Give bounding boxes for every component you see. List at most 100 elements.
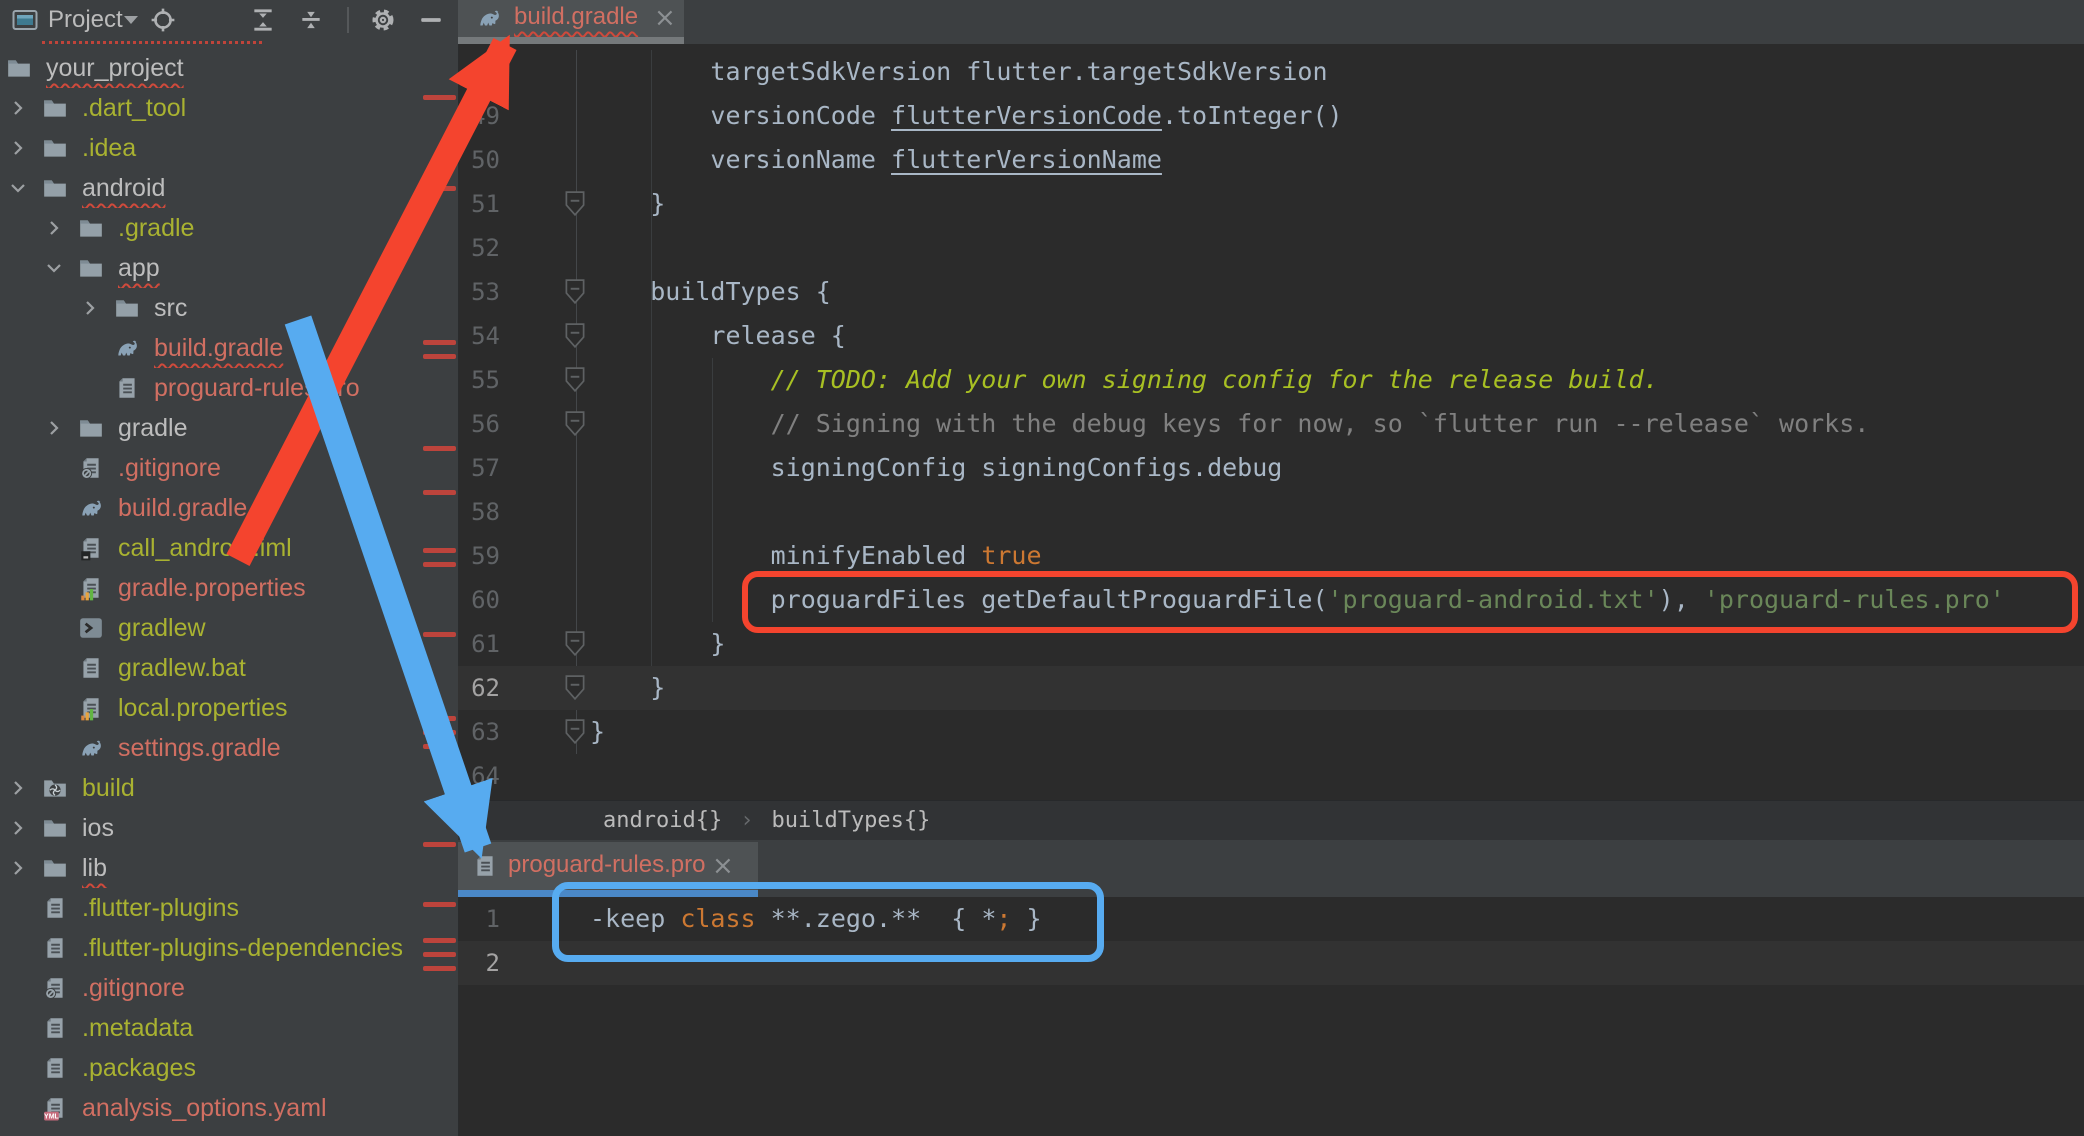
- tree-item--dart-tool[interactable]: .dart_tool: [0, 88, 458, 128]
- fold-marker-icon[interactable]: [563, 630, 587, 658]
- tree-item-app[interactable]: app: [0, 248, 458, 288]
- chevron-right-icon[interactable]: [44, 218, 64, 238]
- hide-panel-icon[interactable]: [418, 7, 444, 33]
- tree-item-build[interactable]: build: [0, 768, 458, 808]
- chevron-down-icon[interactable]: [44, 258, 64, 278]
- tree-item--gitignore[interactable]: .gitignore: [0, 448, 458, 488]
- fold-marker-icon[interactable]: [563, 410, 587, 438]
- line-number: 59: [458, 534, 500, 578]
- chevron-right-icon[interactable]: [8, 138, 28, 158]
- line-number: 50: [458, 138, 500, 182]
- tree-item-label: your_project: [46, 48, 184, 88]
- gradle-line-57[interactable]: 57signingConfig signingConfigs.debug: [458, 446, 2084, 490]
- gradle-line-52[interactable]: 52: [458, 226, 2084, 270]
- chevron-right-icon[interactable]: [8, 818, 28, 838]
- fold-marker-icon[interactable]: [563, 322, 587, 350]
- expand-all-icon[interactable]: [250, 7, 276, 33]
- tree-item-build-gradle[interactable]: build.gradle: [0, 488, 458, 528]
- tree-item-label: lib: [82, 848, 107, 888]
- tree-item-your-project[interactable]: your_project: [0, 48, 458, 88]
- tree-item-build-gradle[interactable]: build.gradle: [0, 328, 458, 368]
- fold-marker-icon[interactable]: [563, 718, 587, 746]
- tree-item--metadata[interactable]: .metadata: [0, 1008, 458, 1048]
- red-highlight-box: [742, 571, 2078, 633]
- gradle-line-48[interactable]: 48targetSdkVersion flutter.targetSdkVers…: [458, 50, 2084, 94]
- tree-item-gradlew-bat[interactable]: gradlew.bat: [0, 648, 458, 688]
- change-marker: [423, 562, 456, 567]
- gradle-line-55[interactable]: 55// TODO: Add your own signing config f…: [458, 358, 2084, 402]
- gradle-line-54[interactable]: 54release {: [458, 314, 2084, 358]
- chevron-down-icon[interactable]: [8, 178, 28, 198]
- chevron-right-icon[interactable]: [8, 98, 28, 118]
- gradle-line-64[interactable]: 64: [458, 754, 2084, 798]
- tree-item-gradle-properties[interactable]: gradle.properties: [0, 568, 458, 608]
- gradle-line-62[interactable]: 62}: [458, 666, 2084, 710]
- fold-marker-icon[interactable]: [563, 278, 587, 306]
- fold-marker-icon[interactable]: [563, 674, 587, 702]
- line-number: 1: [458, 897, 500, 941]
- folder-icon: [114, 295, 140, 321]
- chevron-right-icon[interactable]: [8, 778, 28, 798]
- tree-item--gitignore[interactable]: .gitignore: [0, 968, 458, 1008]
- tree-item-label: .idea: [82, 128, 136, 168]
- properties-icon: [78, 575, 104, 601]
- gradle-line-50[interactable]: 50versionName flutterVersionName: [458, 138, 2084, 182]
- locate-file-icon[interactable]: [150, 7, 176, 33]
- breadcrumb-item[interactable]: buildTypes{}: [771, 808, 930, 833]
- close-icon[interactable]: ×: [712, 853, 734, 879]
- tree-item-label: .gradle: [118, 208, 194, 248]
- change-marker: [423, 340, 456, 345]
- tree-item--gradle[interactable]: .gradle: [0, 208, 458, 248]
- chevron-right-icon[interactable]: [8, 858, 28, 878]
- gradle-line-49[interactable]: 49versionCode flutterVersionCode.toInteg…: [458, 94, 2084, 138]
- line-number: 60: [458, 578, 500, 622]
- tree-item--packages[interactable]: .packages: [0, 1048, 458, 1088]
- tab-build-gradle[interactable]: build.gradle ×: [458, 0, 684, 37]
- tree-item--flutter-plugins-dependencies[interactable]: .flutter-plugins-dependencies: [0, 928, 458, 968]
- gradle-line-51[interactable]: 51}: [458, 182, 2084, 226]
- chevron-right-icon[interactable]: [80, 298, 100, 318]
- code-text: release {: [458, 314, 2084, 358]
- tree-item-settings-gradle[interactable]: settings.gradle: [0, 728, 458, 768]
- code-text: }: [458, 182, 2084, 226]
- tree-item-analysis-options-yaml[interactable]: analysis_options.yaml: [0, 1088, 458, 1128]
- tree-item-local-properties[interactable]: local.properties: [0, 688, 458, 728]
- tree-item-android[interactable]: android: [0, 168, 458, 208]
- line-number: 56: [458, 402, 500, 446]
- chevron-right-icon[interactable]: [44, 418, 64, 438]
- fold-marker-icon[interactable]: [563, 366, 587, 394]
- tree-item-ios[interactable]: ios: [0, 808, 458, 848]
- change-marker: [423, 938, 456, 943]
- gradle-line-58[interactable]: 58: [458, 490, 2084, 534]
- tree-item-src[interactable]: src: [0, 288, 458, 328]
- gradle-icon: [114, 335, 140, 361]
- project-view-icon[interactable]: [12, 7, 38, 33]
- tree-item-label: call_android.iml: [118, 528, 292, 568]
- gradle-line-63[interactable]: 63}: [458, 710, 2084, 754]
- tree-item-proguard-rules-pro[interactable]: proguard-rules.pro: [0, 368, 458, 408]
- file-icon: [78, 655, 104, 681]
- collapse-all-icon[interactable]: [298, 7, 324, 33]
- tree-item--flutter-plugins[interactable]: .flutter-plugins: [0, 888, 458, 928]
- tree-item-label: .metadata: [82, 1008, 193, 1048]
- code-text: }: [458, 710, 2084, 754]
- line-number: 53: [458, 270, 500, 314]
- gradle-line-53[interactable]: 53buildTypes {: [458, 270, 2084, 314]
- folder-icon: [42, 855, 68, 881]
- tree-item-label: app: [118, 248, 160, 288]
- properties-icon: [78, 695, 104, 721]
- tree-item-lib[interactable]: lib: [0, 848, 458, 888]
- gitignore-icon: [78, 455, 104, 481]
- gear-icon[interactable]: [370, 7, 396, 33]
- tree-item-gradlew[interactable]: gradlew: [0, 608, 458, 648]
- change-marker: [423, 744, 456, 749]
- fold-marker-icon[interactable]: [563, 190, 587, 218]
- gradle-line-56[interactable]: 56// Signing with the debug keys for now…: [458, 402, 2084, 446]
- tree-item-label: build.gradle: [118, 488, 247, 528]
- tree-item-call-android-iml[interactable]: call_android.iml: [0, 528, 458, 568]
- breadcrumb-item[interactable]: android{}: [603, 808, 722, 833]
- tree-item--idea[interactable]: .idea: [0, 128, 458, 168]
- project-tool-window-title[interactable]: Project: [48, 6, 123, 34]
- close-icon[interactable]: ×: [654, 5, 676, 31]
- tree-item-gradle[interactable]: gradle: [0, 408, 458, 448]
